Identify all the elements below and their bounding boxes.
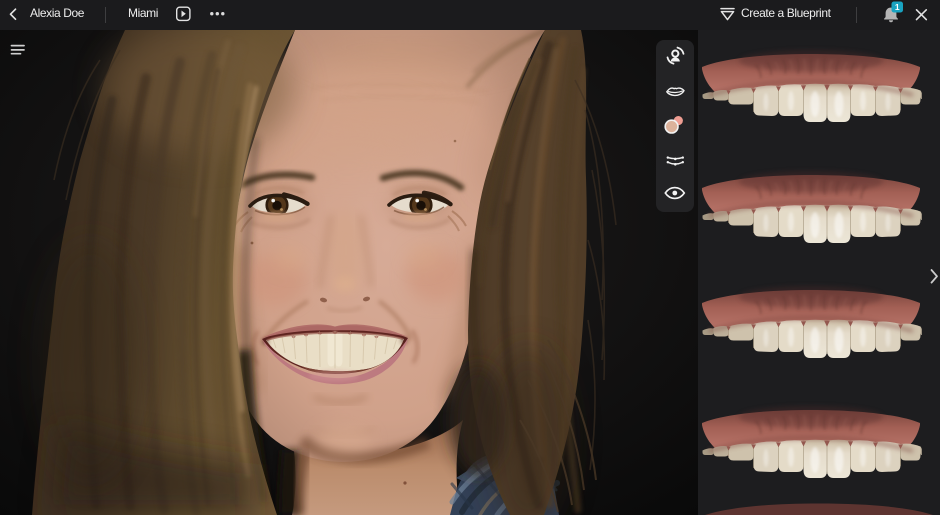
svg-text:Create a Blueprint: Create a Blueprint [741,6,832,20]
svg-text:1: 1 [895,2,900,12]
svg-text:Miami: Miami [128,6,158,20]
svg-text:Alexia Doe: Alexia Doe [30,6,85,20]
